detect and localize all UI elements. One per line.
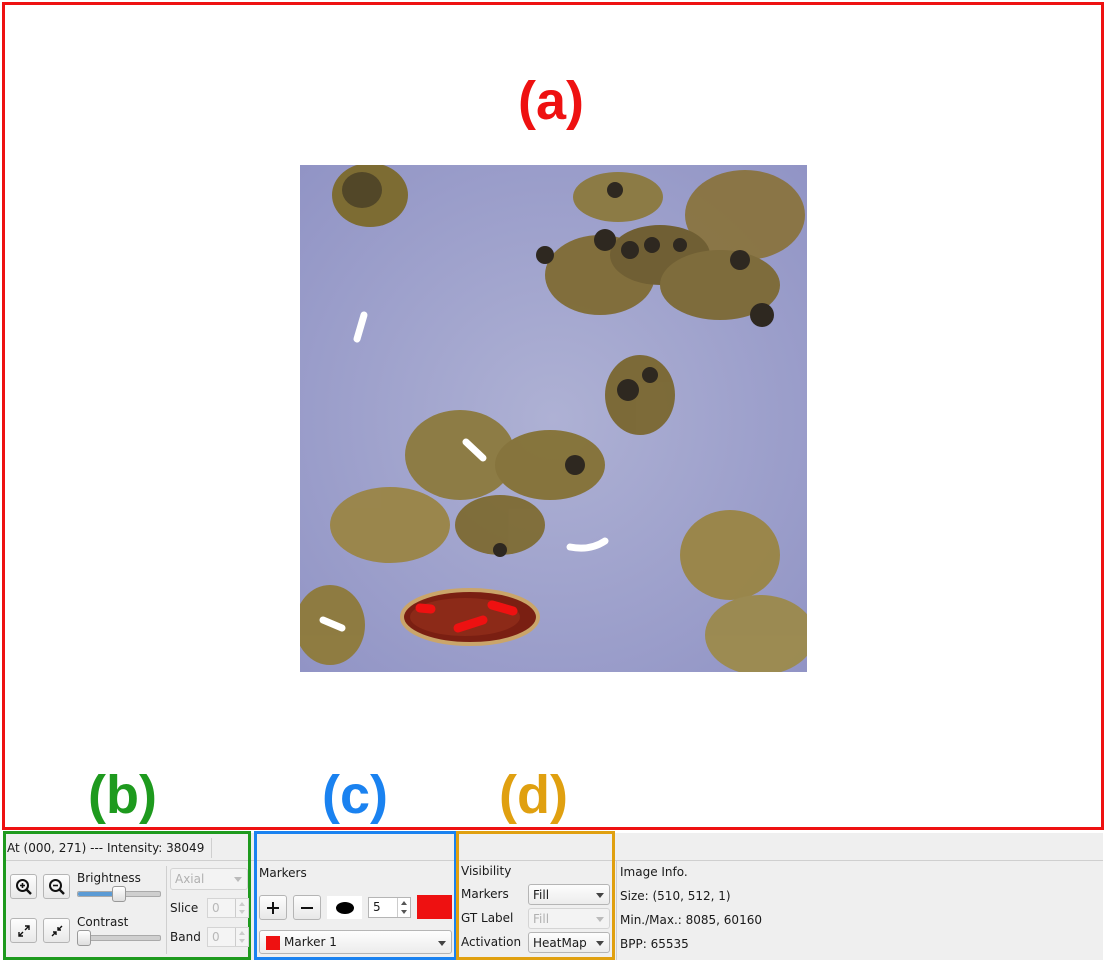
brush-shape-button[interactable] <box>327 896 362 919</box>
markers-visibility-select[interactable]: Fill <box>528 884 610 905</box>
chevron-down-icon <box>596 941 604 946</box>
slice-value: 0 <box>212 901 220 915</box>
markers-visibility-value: Fill <box>533 888 550 902</box>
add-marker-button[interactable] <box>259 895 287 920</box>
image-size: Size: (510, 512, 1) <box>620 889 731 903</box>
orientation-value: Axial <box>175 872 205 886</box>
visibility-title: Visibility <box>461 864 512 878</box>
brightness-handle[interactable] <box>112 886 126 902</box>
marker-select[interactable]: Marker 1 <box>259 930 452 954</box>
band-label: Band <box>170 930 201 944</box>
region-label-d: (d) <box>499 765 568 825</box>
chevron-down-icon <box>234 877 242 882</box>
zoom-in-button[interactable] <box>10 874 37 899</box>
remove-marker-button[interactable] <box>293 895 321 920</box>
brush-size-stepper-icon[interactable] <box>397 898 410 917</box>
marker-color-icon <box>266 936 280 950</box>
brush-size-value: 5 <box>373 900 381 914</box>
contrast-slider[interactable] <box>77 930 161 946</box>
image-bpp: BPP: 65535 <box>620 937 689 951</box>
shrink-icon <box>51 925 62 936</box>
microscopy-image[interactable] <box>300 165 807 672</box>
contrast-label: Contrast <box>77 915 129 929</box>
chevron-down-icon <box>438 941 446 946</box>
brightness-slider[interactable] <box>77 886 161 902</box>
brush-size-spinbox[interactable]: 5 <box>368 897 411 918</box>
gt-label-visibility-label: GT Label <box>461 911 514 925</box>
chevron-down-icon <box>596 893 604 898</box>
chevron-down-icon <box>596 917 604 922</box>
minus-icon <box>301 906 313 909</box>
plus-icon <box>267 901 279 914</box>
expand-icon <box>17 924 30 937</box>
brightness-label: Brightness <box>77 871 141 885</box>
shrink-button[interactable] <box>43 918 70 943</box>
zoom-out-icon <box>48 878 65 895</box>
slice-label: Slice <box>170 901 199 915</box>
image-info-divider <box>616 861 617 960</box>
image-info-title: Image Info. <box>620 865 688 879</box>
markers-visibility-label: Markers <box>461 887 509 901</box>
zoom-in-icon <box>15 878 32 895</box>
region-label-c: (c) <box>322 765 388 825</box>
activation-label: Activation <box>461 935 522 949</box>
activation-value: HeatMap <box>533 936 587 950</box>
view-controls-divider <box>166 866 167 954</box>
slice-spinbox[interactable]: 0 <box>207 898 249 918</box>
brightness-fill <box>78 892 113 896</box>
ellipse-brush-icon <box>335 901 354 914</box>
image-minmax: Min./Max.: 8085, 60160 <box>620 913 762 927</box>
band-stepper-icon[interactable] <box>235 928 248 946</box>
region-label-a: (a) <box>518 71 584 131</box>
markers-title: Markers <box>259 866 307 880</box>
activation-select[interactable]: HeatMap <box>528 932 610 953</box>
expand-button[interactable] <box>10 918 37 943</box>
cursor-info: At (000, 271) --- Intensity: 38049 <box>7 841 205 855</box>
region-label-b: (b) <box>88 765 157 825</box>
band-value: 0 <box>212 930 220 944</box>
zoom-out-button[interactable] <box>43 874 70 899</box>
orientation-select[interactable]: Axial <box>170 868 248 890</box>
microscopy-canvas <box>300 165 807 672</box>
gt-label-visibility-value: Fill <box>533 912 550 926</box>
gt-label-visibility-select[interactable]: Fill <box>528 908 610 929</box>
contrast-handle[interactable] <box>77 930 91 946</box>
band-spinbox[interactable]: 0 <box>207 927 249 947</box>
slice-stepper-icon[interactable] <box>235 899 248 917</box>
marker-color-swatch[interactable] <box>417 895 452 919</box>
marker-select-value: Marker 1 <box>284 935 337 949</box>
